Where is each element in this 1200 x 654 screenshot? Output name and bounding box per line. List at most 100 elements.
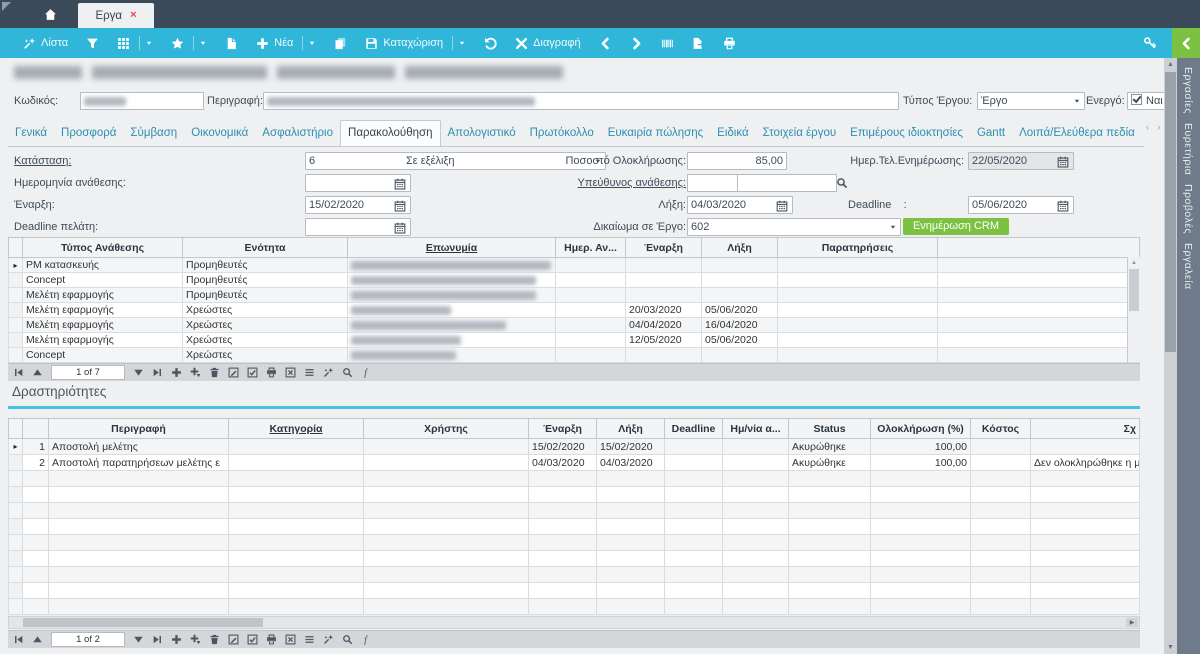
tab-9[interactable]: Ειδικά [710, 121, 755, 146]
scroll-down-icon[interactable]: ▼ [1164, 641, 1177, 654]
assignee-lookup-button[interactable] [833, 174, 851, 191]
checkbox-checked-icon[interactable] [1131, 94, 1142, 105]
toolbar-button-undo[interactable] [475, 28, 506, 58]
nav-up-button[interactable] [32, 631, 43, 649]
status-label[interactable]: Κατάσταση: [14, 152, 71, 170]
column-header-Λήξη[interactable]: Λήξη [597, 419, 665, 439]
sidebar-item-3[interactable]: Εργαλεία [1182, 243, 1194, 290]
table-row[interactable]: ConceptΧρεώστες [9, 348, 1140, 363]
table-row[interactable] [9, 567, 1140, 583]
table-row[interactable]: ▸1Αποστολή μελέτης15/02/202015/02/2020Ακ… [9, 439, 1140, 455]
tab-8[interactable]: Ευκαιρία πώλησης [601, 121, 710, 146]
tab-2[interactable]: Σύμβαση [123, 121, 184, 146]
nav-plus-button[interactable] [171, 631, 182, 649]
nav-wand-button[interactable] [323, 364, 334, 382]
table-row[interactable] [9, 471, 1140, 487]
sidebar-item-0[interactable]: Εργασίες [1182, 67, 1194, 114]
description-field[interactable] [263, 92, 899, 110]
tab-erga[interactable]: Εργα × [78, 3, 154, 28]
table-row[interactable]: Μελέτη εφαρμογήςΧρεώστες20/03/202005/06/… [9, 303, 1140, 318]
toolbar-button-grid[interactable] [108, 28, 162, 58]
table-row[interactable]: Μελέτη εφαρμογήςΠρομηθευτές [9, 288, 1140, 303]
start-date-field[interactable]: 15/02/2020 [305, 196, 411, 214]
home-tab[interactable] [30, 0, 70, 28]
column-header-Σχ[interactable]: Σχ [1031, 419, 1140, 439]
toolbar-button-chevl[interactable] [590, 28, 621, 58]
nav-last-button[interactable] [152, 631, 163, 649]
scrollbar-thumb[interactable] [23, 618, 263, 627]
column-header-blank-0[interactable] [9, 238, 23, 258]
toolbar-button-wand[interactable]: Λίστα [14, 28, 77, 58]
sidebar-item-2[interactable]: Προβολές [1182, 184, 1194, 234]
table-row[interactable] [9, 487, 1140, 503]
tab-close-icon[interactable]: × [130, 10, 136, 21]
toolbar-button-save[interactable]: Καταχώριση [356, 28, 475, 58]
table-row[interactable]: 2Αποστολή παρατηρήσεων μελέτης ε04/03/20… [9, 455, 1140, 471]
column-header-Επωνυμία[interactable]: Επωνυμία [348, 238, 556, 258]
nav-fx-button[interactable] [361, 364, 372, 382]
column-header-Ημερ. Αν...[interactable]: Ημερ. Αν... [556, 238, 626, 258]
toolbar-button-star[interactable] [162, 28, 216, 58]
tab-0[interactable]: Γενικά [8, 121, 54, 146]
toolbar-button-x[interactable]: Διαγραφή [506, 28, 590, 58]
tab-3[interactable]: Οικονομικά [184, 121, 255, 146]
sidebar-item-1[interactable]: Ευρετήρια [1182, 123, 1194, 175]
calendar-icon[interactable] [776, 198, 790, 211]
nav-trash-button[interactable] [209, 364, 220, 382]
table-row[interactable] [9, 599, 1140, 615]
nav-edit-button[interactable] [228, 631, 239, 649]
scroll-up-icon[interactable]: ▲ [1128, 257, 1140, 268]
nav-print-button[interactable] [266, 631, 277, 649]
nav-excel-button[interactable] [285, 364, 296, 382]
column-header-Έναρξη[interactable]: Έναρξη [626, 238, 702, 258]
table-row[interactable] [9, 535, 1140, 551]
column-header-Περιγραφή[interactable]: Περιγραφή [49, 419, 229, 439]
table-row[interactable]: ConceptΠρομηθευτές [9, 273, 1140, 288]
pager-position[interactable]: 1 of 2 [51, 632, 125, 647]
end-date-field[interactable]: 04/03/2020 [687, 196, 793, 214]
nav-excel-button[interactable] [285, 631, 296, 649]
scroll-right-icon[interactable]: ▶ [1126, 618, 1138, 627]
toolbar-button-copy[interactable] [325, 28, 356, 58]
collapse-panel-button[interactable] [1172, 28, 1200, 58]
column-header-Ενότητα[interactable]: Ενότητα [183, 238, 348, 258]
column-header-Ολοκλήρωση (%)[interactable]: Ολοκλήρωση (%) [871, 419, 971, 439]
last-update-field[interactable]: 22/05/2020 [968, 152, 1074, 170]
calendar-icon[interactable] [394, 220, 408, 233]
column-header-blank-0[interactable] [9, 419, 23, 439]
tab-12[interactable]: Gantt [970, 121, 1012, 146]
column-header-Κόστος[interactable]: Κόστος [971, 419, 1031, 439]
nav-up-button[interactable] [32, 364, 43, 382]
completion-field[interactable]: 85,00 [687, 152, 787, 170]
scroll-up-icon[interactable]: ▲ [1164, 58, 1177, 71]
toolbar-button-print[interactable] [714, 28, 745, 58]
column-header-Κατηγορία[interactable]: Κατηγορία [229, 419, 364, 439]
nav-down-button[interactable] [133, 631, 144, 649]
column-header-blank-1[interactable] [23, 419, 49, 439]
column-header-Λήξη[interactable]: Λήξη [702, 238, 778, 258]
tab-1[interactable]: Προσφορά [54, 121, 123, 146]
nav-plus2-button[interactable] [190, 364, 201, 382]
column-header-blank-8[interactable] [938, 238, 1140, 258]
deadline-date-field[interactable]: 05/06/2020 [968, 196, 1074, 214]
toolbar-button-export[interactable] [683, 28, 714, 58]
nav-plus-button[interactable] [171, 364, 182, 382]
crm-update-button[interactable]: Ενημέρωση CRM [903, 218, 1009, 235]
calendar-icon[interactable] [394, 176, 408, 189]
activities-hscrollbar[interactable]: ▶ [8, 616, 1140, 629]
toolbar-button-funnel[interactable] [77, 28, 108, 58]
nav-fx-button[interactable] [361, 631, 372, 649]
table-row[interactable]: ▸PM κατασκευήςΠρομηθευτές [9, 258, 1140, 273]
nav-check-button[interactable] [247, 364, 258, 382]
column-header-Παρατηρήσεις[interactable]: Παρατηρήσεις [778, 238, 938, 258]
nav-menu-button[interactable] [304, 631, 315, 649]
scrollbar-thumb[interactable] [1165, 72, 1176, 352]
tab-scroll-arrows[interactable]: ‹ › [1146, 122, 1164, 132]
assignments-grid-scrollbar[interactable]: ▲ [1127, 257, 1140, 362]
assignee-name-field[interactable] [737, 174, 837, 192]
assign-date-field[interactable] [305, 174, 411, 192]
table-row[interactable] [9, 519, 1140, 535]
tab-6[interactable]: Απολογιστικό [441, 121, 523, 146]
assignee-label[interactable]: Υπεύθυνος ανάθεσης: [518, 174, 686, 192]
toolbar-button-file[interactable] [216, 28, 247, 58]
